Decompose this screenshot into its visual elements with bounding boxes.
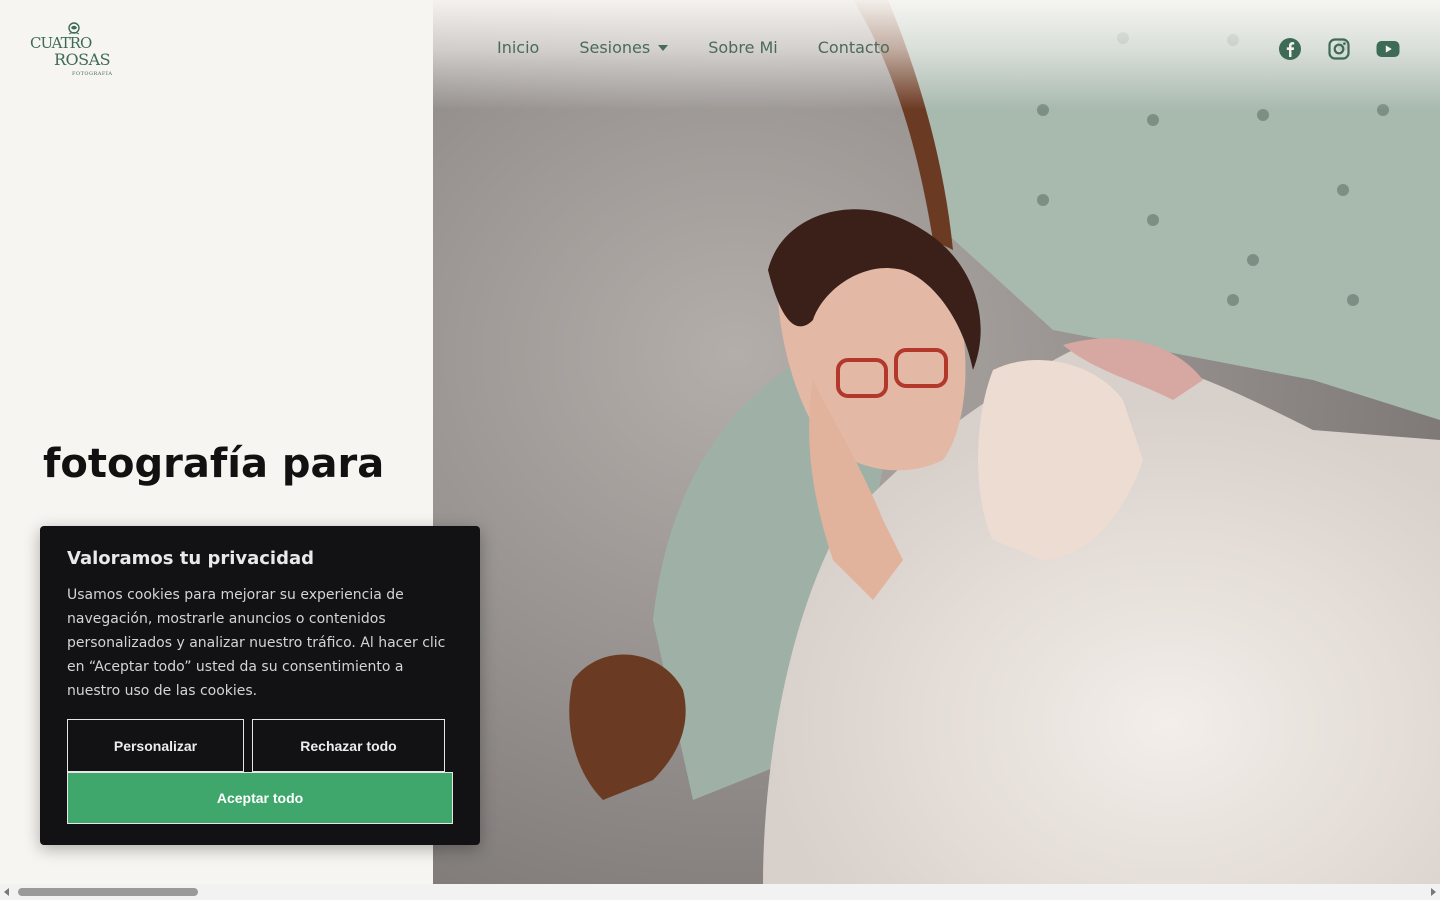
reject-all-button[interactable]: Rechazar todo — [252, 719, 445, 772]
main-nav: Inicio Sesiones Sobre Mi Contacto — [497, 38, 890, 57]
site-logo[interactable]: CUATRO ROSAS FOTOGRAFÍA — [30, 22, 122, 80]
scroll-right-icon[interactable] — [1431, 888, 1436, 896]
nav-item-label: Contacto — [817, 38, 890, 57]
facebook-icon[interactable] — [1278, 37, 1302, 61]
nav-item-label: Inicio — [497, 38, 540, 57]
nav-item-sesiones[interactable]: Sesiones — [579, 38, 669, 57]
site-header: CUATRO ROSAS FOTOGRAFÍA Inicio Sesiones … — [0, 0, 1440, 100]
nav-item-contacto[interactable]: Contacto — [818, 38, 890, 57]
chevron-down-icon — [658, 44, 669, 51]
headline-bold: fotografía — [43, 441, 268, 487]
nav-item-label: Sesiones — [579, 38, 651, 57]
scrollbar-thumb[interactable] — [18, 888, 198, 896]
customize-button[interactable]: Personalizar — [67, 719, 244, 772]
instagram-icon[interactable] — [1327, 37, 1351, 61]
nav-item-inicio[interactable]: Inicio — [497, 38, 539, 57]
headline-rest: para — [267, 441, 385, 487]
logo-text-line3: FOTOGRAFÍA — [72, 71, 113, 77]
nav-item-label: Sobre Mi — [708, 38, 778, 57]
accept-all-button[interactable]: Aceptar todo — [67, 772, 453, 824]
youtube-icon[interactable] — [1376, 37, 1400, 61]
scroll-left-icon[interactable] — [4, 888, 9, 896]
hero-headline: fotografía para — [43, 441, 384, 487]
hero-image — [433, 0, 1440, 884]
logo-text-line2: ROSAS — [54, 50, 111, 69]
cookie-title: Valoramos tu privacidad — [67, 548, 315, 569]
nav-item-sobre-mi[interactable]: Sobre Mi — [708, 38, 778, 57]
horizontal-scrollbar[interactable] — [0, 884, 1440, 900]
cookie-consent-banner: Valoramos tu privacidad Usamos cookies p… — [40, 526, 480, 845]
cookie-description: Usamos cookies para mejorar su experienc… — [67, 587, 446, 699]
